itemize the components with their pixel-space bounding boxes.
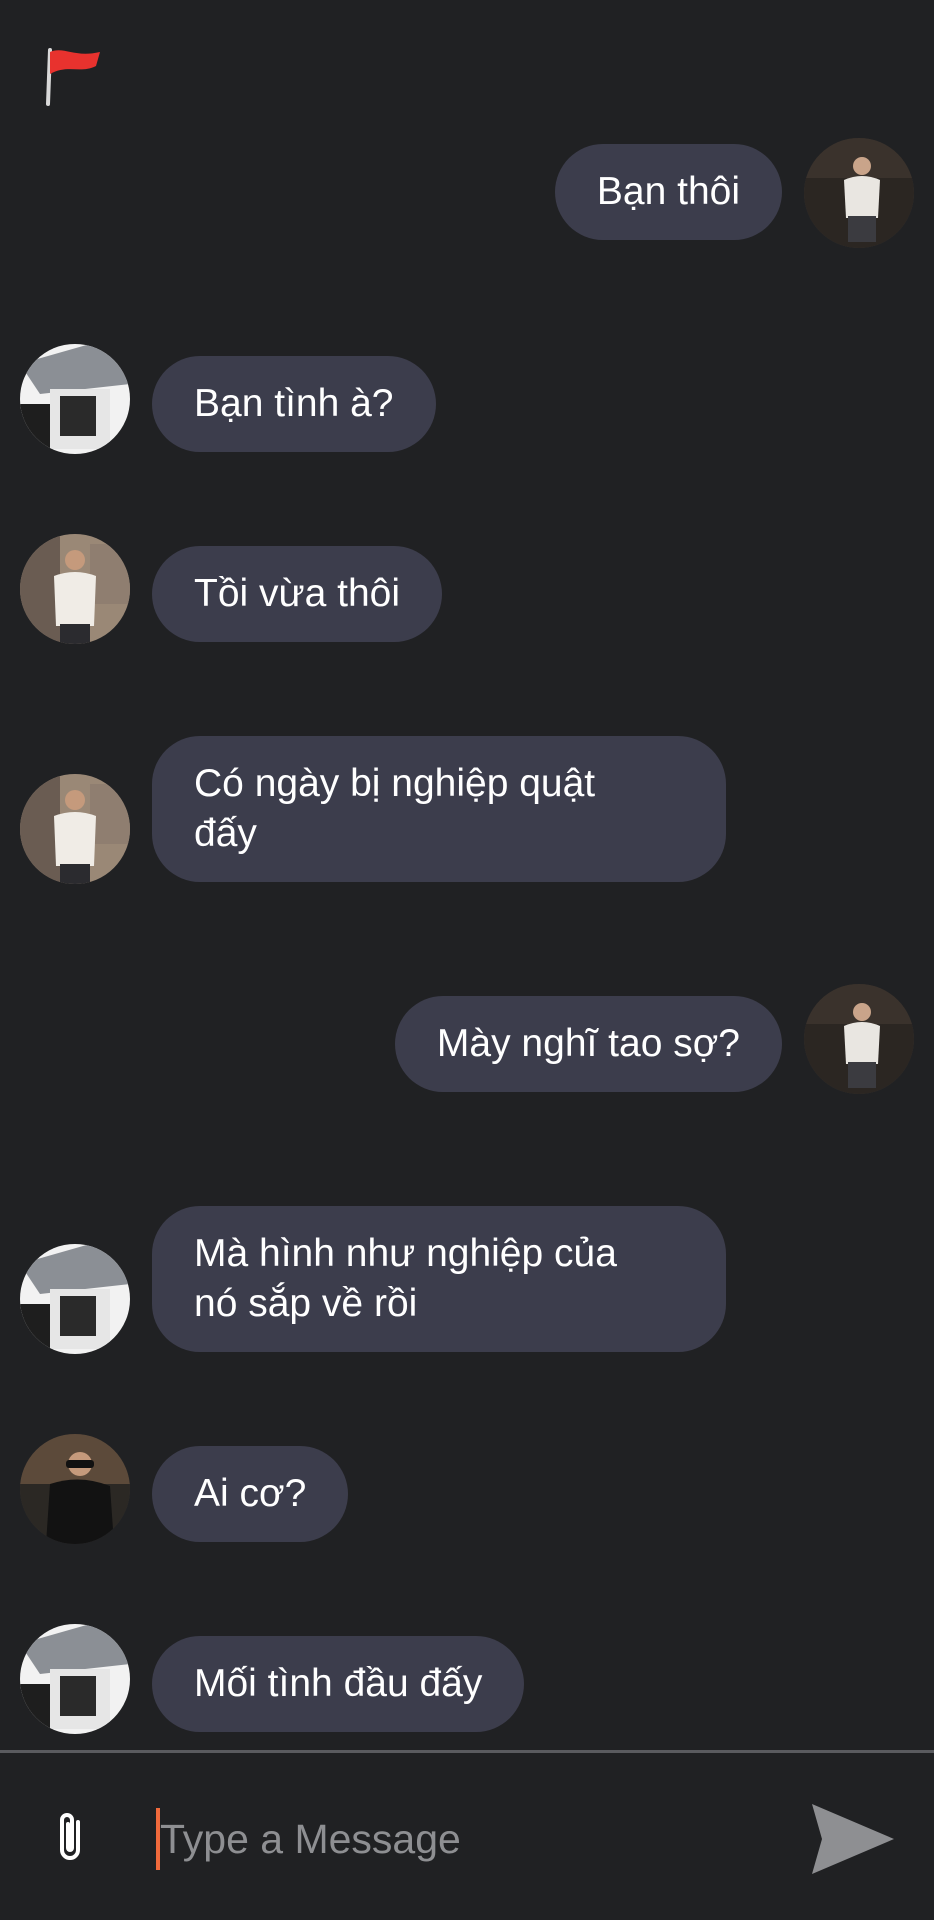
sender-avatar[interactable] bbox=[804, 984, 914, 1094]
message-bubble: Bạn thôi bbox=[554, 144, 782, 240]
message-bubble: Bạn tình à? bbox=[152, 356, 436, 452]
message-row: Mày nghĩ tao sợ? bbox=[0, 984, 934, 1104]
message-bubble: Tồi vừa thôi bbox=[152, 546, 443, 642]
contact-avatar[interactable] bbox=[20, 534, 130, 644]
message-row: Ai cơ? bbox=[0, 1430, 934, 1550]
paperclip-icon[interactable] bbox=[48, 1808, 92, 1866]
message-row: Mà hình như nghiệp của nó sắp về rồi bbox=[0, 1206, 934, 1354]
contact-avatar[interactable] bbox=[20, 1624, 130, 1734]
send-arrow-icon[interactable] bbox=[808, 1800, 896, 1878]
message-bubble: Ai cơ? bbox=[152, 1446, 349, 1542]
message-bubble: Mày nghĩ tao sợ? bbox=[394, 996, 782, 1092]
contact-avatar[interactable] bbox=[20, 344, 130, 454]
message-row: Bạn tình à? bbox=[0, 340, 934, 460]
message-row: Bạn thôi bbox=[0, 138, 934, 260]
message-row: Có ngày bị nghiệp quật đấy bbox=[0, 736, 934, 884]
red-flag-icon[interactable] bbox=[40, 44, 104, 108]
contact-avatar[interactable] bbox=[20, 1434, 130, 1544]
message-bubble: Mối tình đầu đấy bbox=[152, 1636, 525, 1732]
message-bubble: Mà hình như nghiệp của nó sắp về rồi bbox=[152, 1206, 726, 1352]
message-row: Mối tình đầu đấy bbox=[0, 1620, 934, 1740]
message-input[interactable] bbox=[160, 1806, 780, 1872]
message-bubble: Có ngày bị nghiệp quật đấy bbox=[152, 736, 726, 882]
sender-avatar[interactable] bbox=[804, 138, 914, 248]
contact-avatar[interactable] bbox=[20, 1244, 130, 1354]
contact-avatar[interactable] bbox=[20, 774, 130, 884]
message-row: Tồi vừa thôi bbox=[0, 530, 934, 650]
chat-screen: Bạn thôi Bạn tình à? Tồi vừa thôi Có ngà… bbox=[0, 0, 934, 1920]
